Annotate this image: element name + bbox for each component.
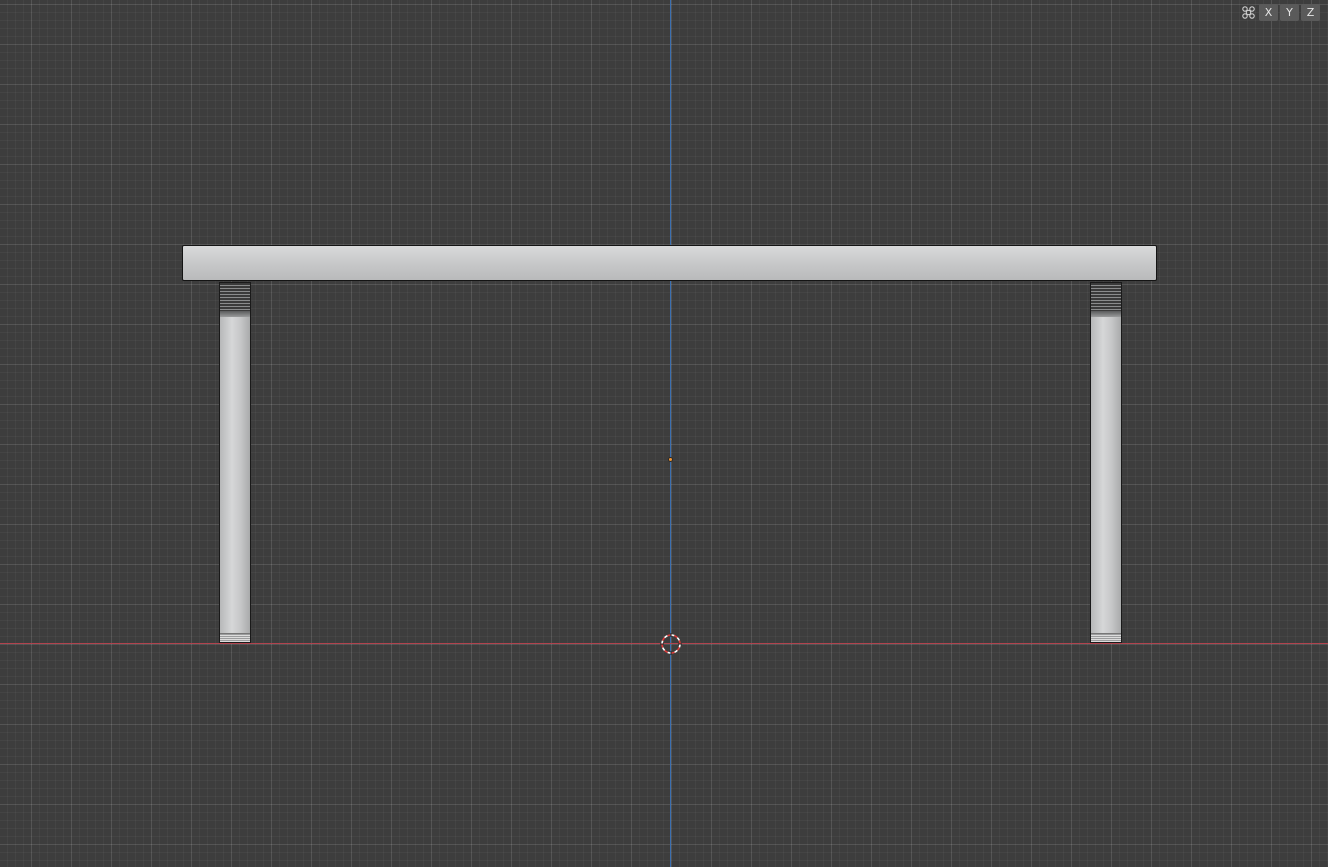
- axis-z-toggle[interactable]: Z: [1301, 4, 1320, 21]
- navigation-gizmo: X Y Z: [1239, 4, 1320, 21]
- object-origin-point: [668, 457, 673, 462]
- object-gizmo-icon[interactable]: [1239, 4, 1257, 21]
- left-leg-bracket: [220, 283, 250, 312]
- 3d-cursor-icon[interactable]: [660, 633, 682, 655]
- left-leg-object[interactable]: [219, 282, 251, 643]
- axis-y-toggle[interactable]: Y: [1280, 4, 1299, 21]
- left-leg-foot: [220, 633, 250, 642]
- 3d-viewport[interactable]: X Y Z: [0, 0, 1328, 867]
- left-leg-bracket-lower: [220, 311, 250, 317]
- right-leg-bracket-lower: [1091, 311, 1121, 317]
- right-leg-bracket: [1091, 283, 1121, 312]
- right-leg-foot: [1091, 633, 1121, 642]
- right-leg-object[interactable]: [1090, 282, 1122, 643]
- axis-x-toggle[interactable]: X: [1259, 4, 1278, 21]
- z-axis-line: [670, 0, 671, 867]
- tabletop-object[interactable]: [182, 245, 1157, 281]
